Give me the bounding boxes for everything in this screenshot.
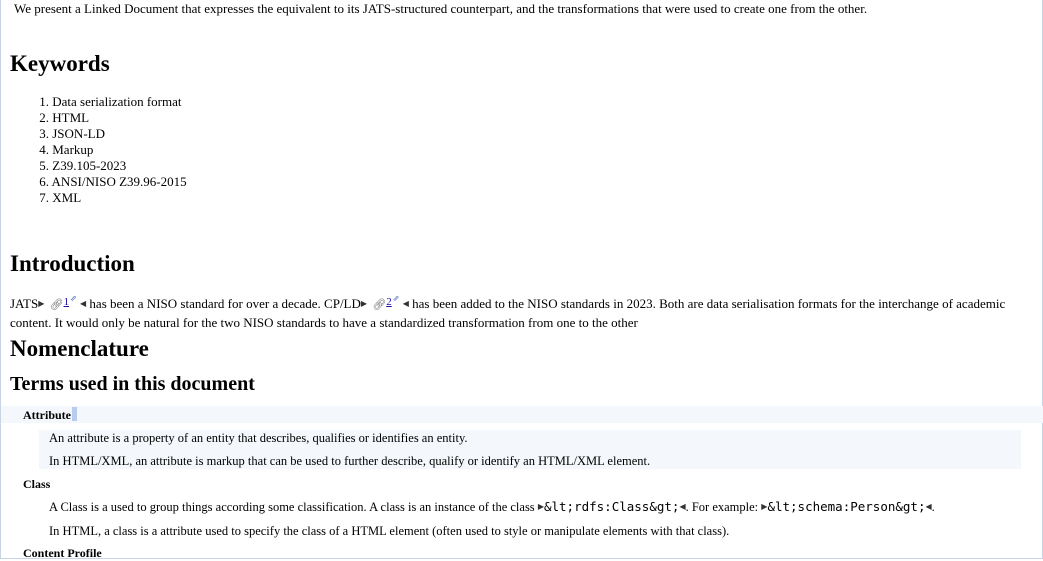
introduction-heading: Introduction <box>10 251 135 276</box>
link-icon[interactable]: 🔗︎ <box>372 297 386 314</box>
list-item: 1. Data serialization format <box>39 94 182 109</box>
term-title-class: Class <box>23 477 51 491</box>
open-marker-icon: ▶ <box>38 299 45 308</box>
list-item: 7. XML <box>39 190 82 205</box>
keyword-label: Markup <box>52 142 94 157</box>
class-definition-1: A Class is a used to group things accord… <box>49 499 935 514</box>
close-marker-icon: ◀ <box>80 299 87 308</box>
keywords-list: 1. Data serialization format 2. HTML 3. … <box>31 94 187 206</box>
abstract-text: We present a Linked Document that expres… <box>14 1 868 16</box>
keyword-label: XML <box>52 190 82 205</box>
nomenclature-heading: Nomenclature <box>10 336 149 361</box>
terms-subheading: Terms used in this document <box>10 373 255 395</box>
link-icon[interactable]: 🔗︎ <box>50 297 64 314</box>
list-item: 5. Z39.105-2023 <box>39 158 127 173</box>
code-schema-person: &lt;schema:Person&gt; <box>767 499 926 514</box>
intro-text-1: has been a NISO standard for over a deca… <box>89 296 361 311</box>
term-row-attribute: Attribute <box>1 406 1043 423</box>
term-jats: JATS <box>10 296 39 311</box>
list-item: 6. ANSI/NISO Z39.96-2015 <box>39 174 187 189</box>
keyword-label: Data serialization format <box>52 94 182 109</box>
list-item: 3. JSON-LD <box>39 126 105 141</box>
keyword-label: Z39.105-2023 <box>52 158 127 173</box>
open-marker-icon: ▶ <box>360 299 368 308</box>
code-rdfs-class: &lt;rdfs:Class&gt; <box>543 499 680 514</box>
reference-link-1[interactable]: 1 <box>64 296 70 308</box>
class-definition-2: In HTML, a class is a attribute used to … <box>49 524 730 538</box>
attribute-definitions: An attribute is a property of an entity … <box>39 430 1021 469</box>
text-cursor <box>72 407 77 421</box>
close-marker-icon: ◀ <box>402 299 409 308</box>
external-link-icon: ⇗ <box>70 294 77 303</box>
keywords-heading: Keywords <box>10 51 110 76</box>
keyword-label: ANSI/NISO Z39.96-2015 <box>51 174 187 189</box>
list-item: 4. Markup <box>39 142 94 157</box>
keyword-label: JSON-LD <box>52 126 105 141</box>
term-title-attribute: Attribute <box>23 408 71 422</box>
introduction-paragraph: JATS▶ 🔗︎1⇗ ◀ has been a NISO standard fo… <box>10 290 1040 331</box>
attribute-definition-1: An attribute is a property of an entity … <box>49 431 468 445</box>
document-page: We present a Linked Document that expres… <box>1 0 1043 560</box>
external-link-icon: ⇗ <box>392 294 400 303</box>
list-item: 2. HTML <box>39 110 90 125</box>
reference-link-2[interactable]: 2 <box>386 296 392 308</box>
keyword-label: HTML <box>52 110 90 125</box>
attribute-definition-2: In HTML/XML, an attribute is markup that… <box>49 454 651 468</box>
